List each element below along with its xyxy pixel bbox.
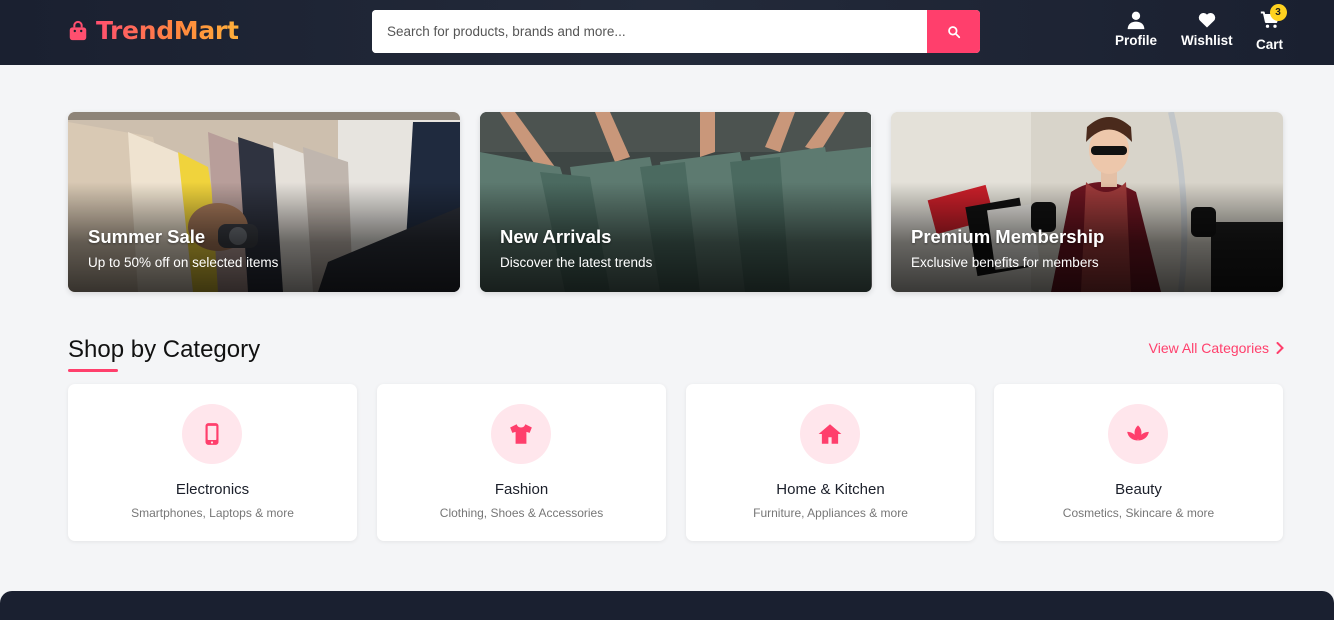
section-title: Shop by Category [68, 336, 261, 363]
heart-icon [1198, 13, 1215, 28]
category-icon-circle [182, 404, 242, 464]
logo[interactable]: TrendMart [67, 16, 239, 45]
mobile-icon [205, 423, 219, 445]
nav-profile-label: Profile [1115, 33, 1158, 48]
user-icon [1127, 11, 1145, 30]
banner-subtitle: Discover the latest trends [500, 255, 653, 270]
category-description: Smartphones, Laptops & more [131, 506, 294, 520]
logo-text: TrendMart [96, 16, 239, 45]
search-icon [947, 25, 960, 38]
category-icon-circle [491, 404, 551, 464]
category-card-home-kitchen[interactable]: Home & Kitchen Furniture, Appliances & m… [686, 384, 975, 541]
category-name: Electronics [175, 481, 250, 498]
nav-wishlist[interactable]: Wishlist [1181, 10, 1233, 48]
category-description: Furniture, Appliances & more [753, 506, 908, 520]
banner-subtitle: Up to 50% off on selected items [88, 255, 279, 270]
lotus-icon [1127, 425, 1149, 441]
category-card-beauty[interactable]: Beauty Cosmetics, Skincare & more [994, 384, 1283, 541]
search-button[interactable] [927, 10, 980, 53]
category-description: Cosmetics, Skincare & more [1062, 506, 1215, 520]
category-name: Fashion [494, 481, 549, 498]
shopping-bag-icon [69, 20, 87, 40]
nav-profile[interactable]: Profile [1115, 10, 1157, 48]
category-description: Clothing, Shoes & Accessories [439, 506, 604, 520]
home-icon [818, 424, 842, 444]
cart-count-badge: 3 [1269, 4, 1287, 21]
footer [0, 591, 1334, 620]
category-icon-circle [800, 404, 860, 464]
banner-title: Premium Membership [911, 226, 1105, 247]
search-bar [372, 10, 980, 53]
banner-subtitle: Exclusive benefits for members [911, 255, 1099, 270]
view-all-label: View All Categories [1148, 340, 1269, 356]
banner-title: New Arrivals [500, 226, 612, 247]
nav-cart[interactable]: 3 Cart [1256, 4, 1287, 52]
banner-summer-sale[interactable]: Summer Sale Up to 50% off on selected it… [68, 112, 460, 292]
banner-premium-membership[interactable]: Premium Membership Exclusive benefits fo… [891, 112, 1283, 292]
category-name: Beauty [1115, 481, 1162, 498]
search-input[interactable] [372, 10, 927, 53]
category-name: Home & Kitchen [776, 481, 885, 498]
banner-title: Summer Sale [88, 226, 206, 247]
section-underline [68, 369, 118, 372]
view-all-categories-link[interactable]: View All Categories [1149, 340, 1284, 356]
banner-new-arrivals[interactable]: New Arrivals Discover the latest trends [480, 112, 872, 292]
category-card-fashion[interactable]: Fashion Clothing, Shoes & Accessories [377, 384, 666, 541]
category-card-electronics[interactable]: Electronics Smartphones, Laptops & more [68, 384, 357, 541]
nav-wishlist-label: Wishlist [1181, 33, 1233, 48]
chevron-right-icon [1276, 342, 1284, 354]
top-header: TrendMart Profile Wishlist [0, 0, 1334, 65]
category-icon-circle [1108, 404, 1168, 464]
tshirt-icon [510, 424, 532, 444]
cart-icon-wrap: 3 [1260, 4, 1287, 34]
nav-cart-label: Cart [1256, 37, 1284, 52]
